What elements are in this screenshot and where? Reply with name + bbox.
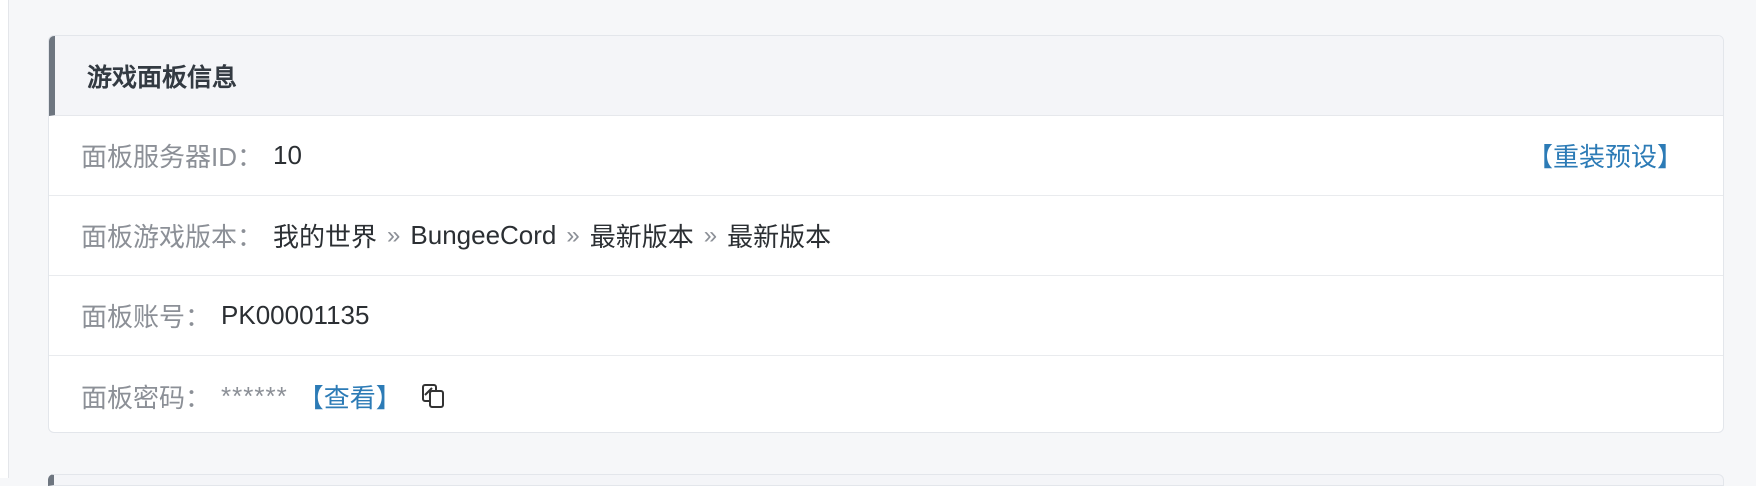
- copy-icon[interactable]: [420, 382, 448, 410]
- reinstall-preset-link[interactable]: 【重装预设】: [1527, 137, 1683, 174]
- game-version-part: BungeeCord: [410, 220, 557, 250]
- game-version-part: 最新版本: [727, 222, 832, 252]
- server-id-label: 面板服务器ID：: [81, 142, 264, 172]
- server-id-value: 10: [273, 140, 302, 170]
- password-row: 面板密码： ****** 【查看】: [49, 356, 1723, 432]
- left-sidebar-edge: [0, 0, 9, 478]
- panel-title: 游戏面板信息: [87, 63, 238, 92]
- game-version-part: 最新版本: [589, 222, 694, 252]
- account-label: 面板账号：: [81, 302, 212, 332]
- game-version-part: 我的世界: [273, 222, 378, 252]
- breadcrumb-separator: »: [703, 221, 718, 249]
- account-value: PK00001135: [221, 300, 370, 330]
- server-id-row: 面板服务器ID： 10 【重装预设】: [49, 116, 1723, 196]
- game-version-row: 面板游戏版本： 我的世界 » BungeeCord » 最新版本 » 最新版本: [49, 196, 1723, 276]
- password-label: 面板密码：: [81, 382, 212, 413]
- panel-header: 游戏面板信息: [49, 36, 1723, 116]
- game-panel-info-card: 游戏面板信息 面板服务器ID： 10 【重装预设】 面板游戏版本： 我的世界 »…: [48, 35, 1724, 433]
- view-password-link[interactable]: 【查看】: [298, 378, 402, 415]
- account-row: 面板账号： PK00001135: [49, 276, 1723, 356]
- breadcrumb-separator: »: [566, 221, 580, 249]
- password-masked-value: ******: [221, 380, 288, 411]
- next-panel-header-edge: [48, 474, 1724, 486]
- game-version-label: 面板游戏版本：: [81, 222, 264, 252]
- breadcrumb-separator: »: [387, 221, 401, 249]
